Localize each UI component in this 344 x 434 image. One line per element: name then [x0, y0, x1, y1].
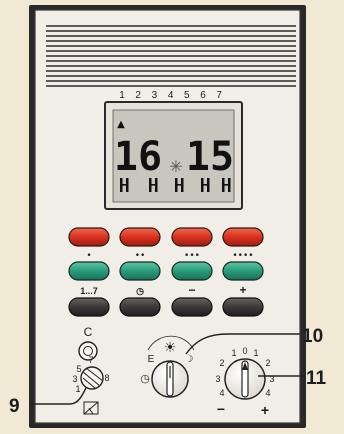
adjust-top-0: 0 [242, 346, 247, 356]
mode-label-e: E [148, 354, 155, 365]
bottom-button-label-4: + [239, 283, 246, 297]
clock-symbol-icon: ◷ [140, 373, 150, 385]
dark-button-3[interactable] [171, 297, 213, 317]
segment-bar [175, 184, 183, 186]
sun-symbol-icon: ☀ [164, 339, 177, 355]
segment-bar [201, 184, 209, 186]
adjust-right-2: 2 [265, 358, 270, 368]
green-button-1[interactable] [68, 261, 110, 281]
time-hours: 16 [114, 134, 162, 180]
day-number-6: 6 [200, 90, 206, 101]
dial-number-7: 7 [88, 355, 93, 365]
dial-number-5: 5 [76, 364, 81, 374]
day-number-7: 7 [216, 90, 222, 101]
red-button-2[interactable] [119, 227, 161, 247]
day-indicator-icon: ▲ [117, 119, 125, 130]
lcd-display: 1234567 ▲ 16 ✳ 15 [104, 90, 243, 210]
day-number-4: 4 [168, 90, 174, 101]
adjust-top-1a: 1 [231, 348, 236, 358]
adjust-left-3: 3 [215, 374, 220, 384]
day-number-1: 1 [119, 90, 125, 101]
dark-button-4[interactable] [222, 297, 264, 317]
dark-button-1[interactable] [68, 297, 110, 317]
plus-sign: + [261, 402, 269, 418]
adjust-left-4: 4 [219, 388, 224, 398]
adjust-right-4: 4 [265, 388, 270, 398]
green-button-4[interactable] [222, 261, 264, 281]
day-number-2: 2 [135, 90, 141, 101]
day-number-5: 5 [184, 90, 190, 101]
bottom-button-label-3: − [188, 283, 195, 297]
segment-bar [120, 184, 128, 186]
red-button-3[interactable] [171, 227, 213, 247]
minus-sign: − [217, 401, 225, 417]
green-button-3[interactable] [171, 261, 213, 281]
moon-symbol-icon: ☽ [185, 354, 194, 365]
green-dot-label-1: • [86, 251, 91, 261]
segment-bar [222, 184, 230, 186]
red-button-1[interactable] [68, 227, 110, 247]
green-dot-label-4: •••• [232, 251, 253, 261]
time-minutes: 15 [186, 134, 234, 180]
adjust-left-2: 2 [219, 358, 224, 368]
bottom-button-label-2: ◷ [136, 286, 144, 296]
segment-bar [149, 184, 157, 186]
callout-9-label: 9 [9, 396, 20, 417]
red-button-4[interactable] [222, 227, 264, 247]
dial-number-8: 8 [104, 373, 109, 383]
green-dot-label-3: ••• [184, 251, 200, 261]
day-number-3: 3 [152, 90, 158, 101]
callout-10-label: 10 [302, 326, 323, 347]
callout-11-label: 11 [306, 368, 327, 389]
adjust-top-1b: 1 [253, 348, 258, 358]
dial-number-3: 3 [72, 374, 77, 384]
dark-button-2[interactable] [119, 297, 161, 317]
dial-number-1: 1 [75, 384, 80, 394]
green-button-2[interactable] [119, 261, 161, 281]
green-dot-label-2: •• [135, 251, 146, 261]
sun-icon: ✳ [169, 157, 182, 176]
reset-label: C [84, 325, 93, 339]
bottom-button-label-1: 1...7 [80, 286, 98, 296]
